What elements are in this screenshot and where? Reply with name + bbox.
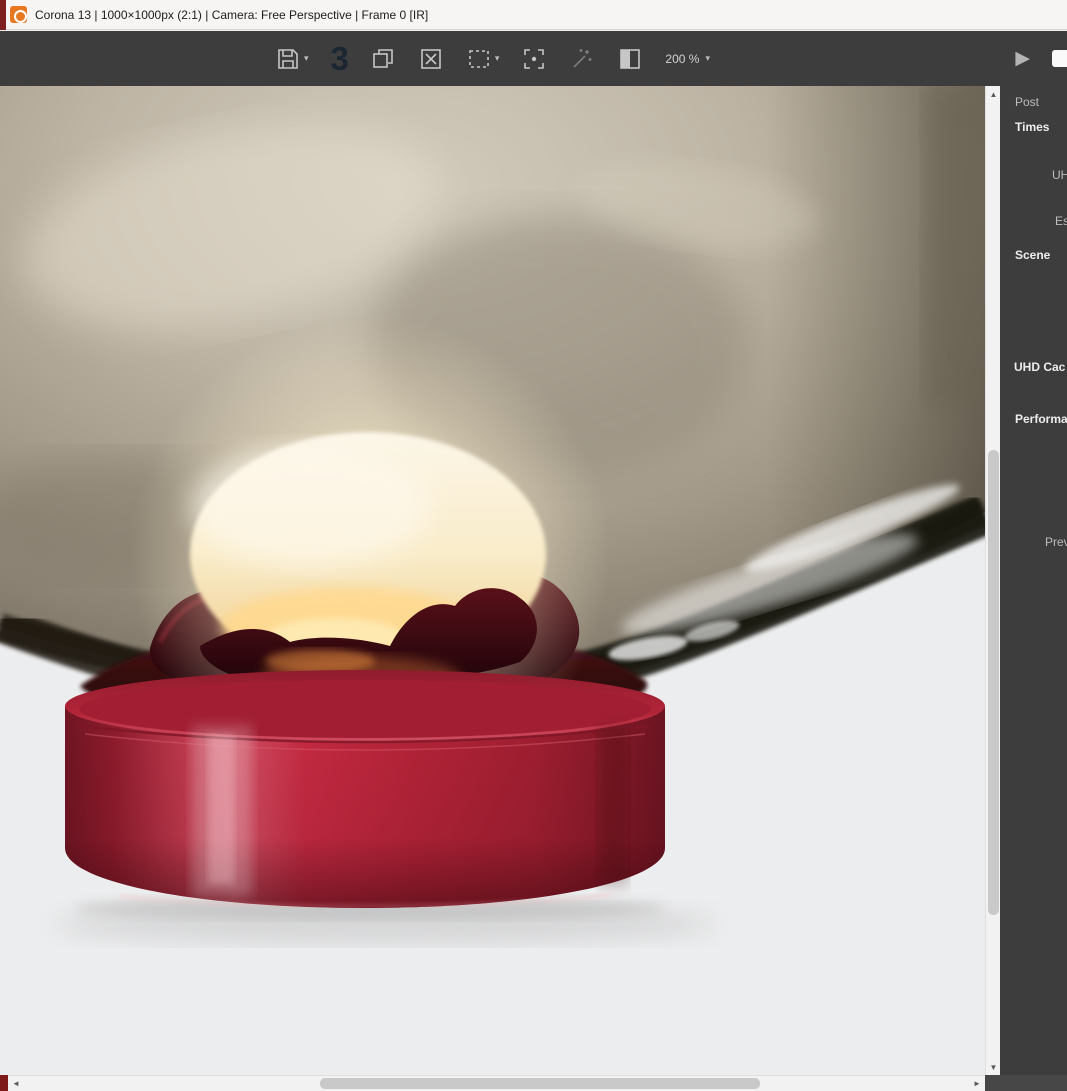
scroll-right-arrow[interactable]: ► — [969, 1076, 985, 1091]
clear-icon — [418, 46, 444, 72]
scroll-left-arrow[interactable]: ◄ — [8, 1076, 24, 1091]
focus-button[interactable] — [521, 46, 547, 72]
panel-label-post[interactable]: Post — [1015, 95, 1039, 109]
panel-label-performance[interactable]: Performa — [1015, 412, 1067, 426]
clear-button[interactable] — [418, 46, 444, 72]
chevron-down-icon[interactable]: ▾ — [495, 54, 500, 63]
region-select-icon — [466, 46, 492, 72]
settings-panel: Post Times UH Es Scene UHD Cac Performa … — [1000, 86, 1067, 1091]
vertical-scroll-thumb[interactable] — [988, 450, 999, 915]
history-count: 3 — [330, 40, 349, 77]
toolbar-group: ▾ 3 ▾ 200 % ▾ — [0, 31, 985, 86]
render-image — [0, 86, 985, 1075]
duplicate-button[interactable] — [370, 46, 396, 72]
panel-label-times[interactable]: Times — [1015, 120, 1049, 134]
render-viewport[interactable] — [0, 86, 985, 1075]
magic-wand-icon — [569, 46, 595, 72]
corona-logo-icon — [10, 6, 27, 23]
scrollbar-corner — [985, 1075, 1067, 1091]
panel-label-preview[interactable]: Prev — [1045, 535, 1067, 549]
panel-label-uhd-cache[interactable]: UHD Cac — [1014, 360, 1065, 374]
render-base — [65, 670, 665, 908]
duplicate-icon — [370, 46, 396, 72]
horizontal-scrollbar[interactable]: ◄ ► — [0, 1075, 985, 1091]
ab-compare-button[interactable] — [617, 46, 643, 72]
play-button[interactable]: ▶ — [1015, 47, 1030, 70]
history-count-button[interactable]: 3 — [330, 40, 349, 77]
zoom-value: 200 % — [665, 51, 700, 66]
denoise-button[interactable] — [569, 46, 595, 72]
horizontal-scroll-thumb[interactable] — [320, 1078, 760, 1089]
toolbar: ▾ 3 ▾ 200 % ▾ ▶ — [0, 31, 1067, 86]
titlebar: Corona 13 | 1000×1000px (2:1) | Camera: … — [0, 0, 1067, 30]
save-icon — [275, 46, 301, 72]
stop-button[interactable] — [1052, 50, 1067, 67]
corona-vfb-window: Corona 13 | 1000×1000px (2:1) | Camera: … — [0, 0, 1067, 1091]
zoom-control[interactable]: 200 % ▾ — [665, 52, 710, 66]
panel-label-scene[interactable]: Scene — [1015, 248, 1050, 262]
save-button[interactable]: ▾ — [275, 46, 309, 72]
region-select-button[interactable]: ▾ — [466, 46, 500, 72]
panel-label-uhd[interactable]: UH — [1052, 168, 1067, 182]
focus-icon — [521, 46, 547, 72]
scroll-down-arrow[interactable]: ▼ — [986, 1059, 1001, 1075]
window-title: Corona 13 | 1000×1000px (2:1) | Camera: … — [35, 7, 429, 22]
scroll-up-arrow[interactable]: ▲ — [986, 86, 1001, 102]
vertical-scrollbar[interactable]: ▲ ▼ — [985, 86, 1000, 1075]
panel-label-es[interactable]: Es — [1055, 214, 1067, 228]
background-window-edge — [0, 0, 6, 30]
background-window-edge — [0, 1075, 8, 1091]
toolbar-right: ▶ — [1015, 31, 1067, 86]
chevron-down-icon: ▾ — [705, 53, 710, 63]
chevron-down-icon[interactable]: ▾ — [304, 54, 309, 63]
ab-compare-icon — [617, 46, 643, 72]
